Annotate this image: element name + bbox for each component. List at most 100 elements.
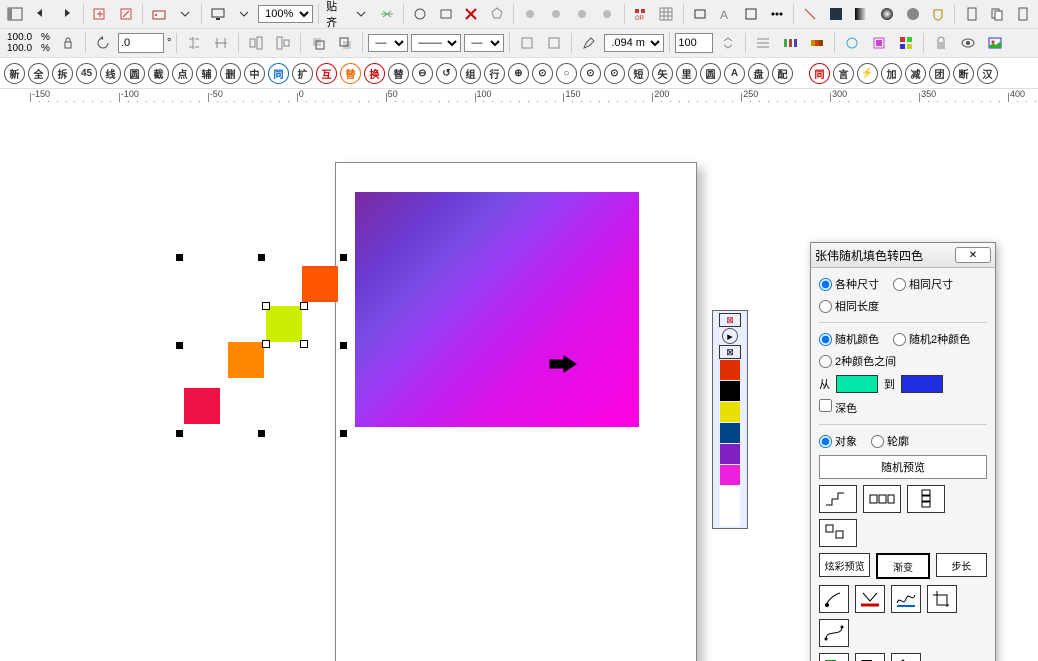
- chevron-down-icon[interactable]: [350, 2, 373, 26]
- color-swatch[interactable]: [720, 423, 740, 443]
- circ-btn[interactable]: 45: [76, 63, 97, 84]
- tool-icon[interactable]: [570, 2, 593, 26]
- square-object[interactable]: [266, 306, 302, 342]
- node-handle[interactable]: [300, 302, 308, 310]
- radio-target-object[interactable]: 对象: [819, 433, 857, 449]
- circ-btn[interactable]: 拆: [52, 63, 73, 84]
- pattern-column-button[interactable]: [907, 485, 945, 513]
- color-swatch[interactable]: [720, 360, 740, 380]
- circ-btn[interactable]: 换: [364, 63, 385, 84]
- to-color-swatch[interactable]: [901, 375, 943, 393]
- mirror-v-icon[interactable]: [209, 31, 233, 55]
- selection-handle[interactable]: [176, 342, 183, 349]
- delete-icon[interactable]: [460, 2, 483, 26]
- more-icon[interactable]: [765, 2, 788, 26]
- align-tool-icon[interactable]: [751, 31, 775, 55]
- circ-btn[interactable]: 新: [4, 63, 25, 84]
- radio-random-2color[interactable]: 随机2种颜色: [893, 331, 970, 347]
- order-icon[interactable]: [333, 31, 357, 55]
- pattern-stairs-button[interactable]: [819, 485, 857, 513]
- gradient-button[interactable]: 渐变: [876, 553, 929, 579]
- circ-btn[interactable]: 加: [881, 63, 902, 84]
- color-swatch[interactable]: [720, 381, 740, 401]
- tool-flag-black-icon[interactable]: [855, 653, 885, 661]
- circ-btn[interactable]: ↺: [436, 63, 457, 84]
- align-icon[interactable]: [271, 31, 295, 55]
- import-icon[interactable]: [89, 2, 112, 26]
- color-swatch[interactable]: [720, 465, 740, 485]
- tool-underline-icon[interactable]: [855, 585, 885, 613]
- lock-icon[interactable]: [929, 31, 953, 55]
- font-size-input[interactable]: [675, 33, 713, 53]
- line-end-combo[interactable]: —: [464, 34, 504, 52]
- gradient-rect-object[interactable]: [355, 192, 639, 427]
- rotate-left-icon[interactable]: [91, 31, 115, 55]
- outline-width-combo[interactable]: .094 mm: [604, 34, 664, 52]
- circ-btn[interactable]: ⊕: [508, 63, 529, 84]
- panel-titlebar[interactable]: 张伟随机填色转四色 ✕: [811, 243, 995, 268]
- circ-btn[interactable]: 辅: [196, 63, 217, 84]
- sphere-icon[interactable]: [876, 2, 899, 26]
- radio-random-color[interactable]: 随机颜色: [819, 331, 879, 347]
- dock-close-icon[interactable]: ⊠: [719, 313, 741, 327]
- line-start-combo[interactable]: —: [368, 34, 408, 52]
- page-icon[interactable]: [1012, 2, 1035, 26]
- options-icon[interactable]: OR: [629, 2, 652, 26]
- tool-icon[interactable]: [519, 2, 542, 26]
- dock-play-icon[interactable]: ▸: [722, 328, 738, 344]
- redo-icon[interactable]: [55, 2, 78, 26]
- glitter-preview-button[interactable]: 炫彩预览: [819, 553, 870, 577]
- color-swatch[interactable]: [720, 486, 740, 526]
- effect-icon[interactable]: [894, 31, 918, 55]
- step-button[interactable]: 步长: [936, 553, 987, 577]
- square-object[interactable]: [228, 342, 264, 378]
- pattern-diag-button[interactable]: [819, 519, 857, 547]
- layout-icon[interactable]: [148, 2, 171, 26]
- square-object[interactable]: [302, 266, 338, 302]
- text-icon[interactable]: A: [714, 2, 737, 26]
- tool-crop-icon[interactable]: [927, 585, 957, 613]
- circ-btn[interactable]: A: [724, 63, 745, 84]
- snap-grid-icon[interactable]: [375, 2, 398, 26]
- node-handle[interactable]: [300, 340, 308, 348]
- circ-btn[interactable]: 全: [28, 63, 49, 84]
- circ-btn[interactable]: 点: [172, 63, 193, 84]
- circ-btn[interactable]: 替: [388, 63, 409, 84]
- square-object[interactable]: [184, 388, 220, 424]
- pen-icon[interactable]: [577, 31, 601, 55]
- radio-same-size[interactable]: 相同尺寸: [893, 276, 953, 292]
- panel-close-icon[interactable]: ✕: [955, 247, 991, 263]
- circ-btn[interactable]: 扩: [292, 63, 313, 84]
- circ-btn[interactable]: 同: [268, 63, 289, 84]
- screen-icon[interactable]: [207, 2, 230, 26]
- circ-btn[interactable]: 减: [905, 63, 926, 84]
- doc-icon[interactable]: [960, 2, 983, 26]
- zoom-combo[interactable]: 100%: [258, 5, 313, 23]
- circ-btn[interactable]: 圆: [124, 63, 145, 84]
- circ-btn[interactable]: 断: [953, 63, 974, 84]
- align-icon[interactable]: [244, 31, 268, 55]
- pattern-row-button[interactable]: [863, 485, 901, 513]
- cup-icon[interactable]: [927, 2, 950, 26]
- box-icon[interactable]: [740, 2, 763, 26]
- image-icon[interactable]: [983, 31, 1007, 55]
- mirror-h-icon[interactable]: [182, 31, 206, 55]
- circ-btn[interactable]: 圆: [700, 63, 721, 84]
- effect-icon[interactable]: [840, 31, 864, 55]
- canvas[interactable]: ⊠ ▸ ⊠ 张伟随机填色转四色 ✕ 各种尺寸 相同尺寸 相: [0, 102, 1038, 661]
- circ-btn[interactable]: 里: [676, 63, 697, 84]
- color-history-dock[interactable]: ⊠ ▸ ⊠: [712, 310, 748, 529]
- selection-handle[interactable]: [176, 254, 183, 261]
- tool-curve-icon[interactable]: [819, 619, 849, 647]
- color-swatch[interactable]: [720, 402, 740, 422]
- chevron-down-icon[interactable]: [233, 2, 256, 26]
- sphere2-icon[interactable]: [901, 2, 924, 26]
- radio-various-size[interactable]: 各种尺寸: [819, 276, 879, 292]
- grid-icon[interactable]: [655, 2, 678, 26]
- color-swatch[interactable]: [720, 444, 740, 464]
- fill-gradient-icon[interactable]: [850, 2, 873, 26]
- fill-solid-icon[interactable]: [824, 2, 847, 26]
- tool-wave-icon[interactable]: [891, 585, 921, 613]
- circ-btn[interactable]: ⊙: [604, 63, 625, 84]
- eye-icon[interactable]: [956, 31, 980, 55]
